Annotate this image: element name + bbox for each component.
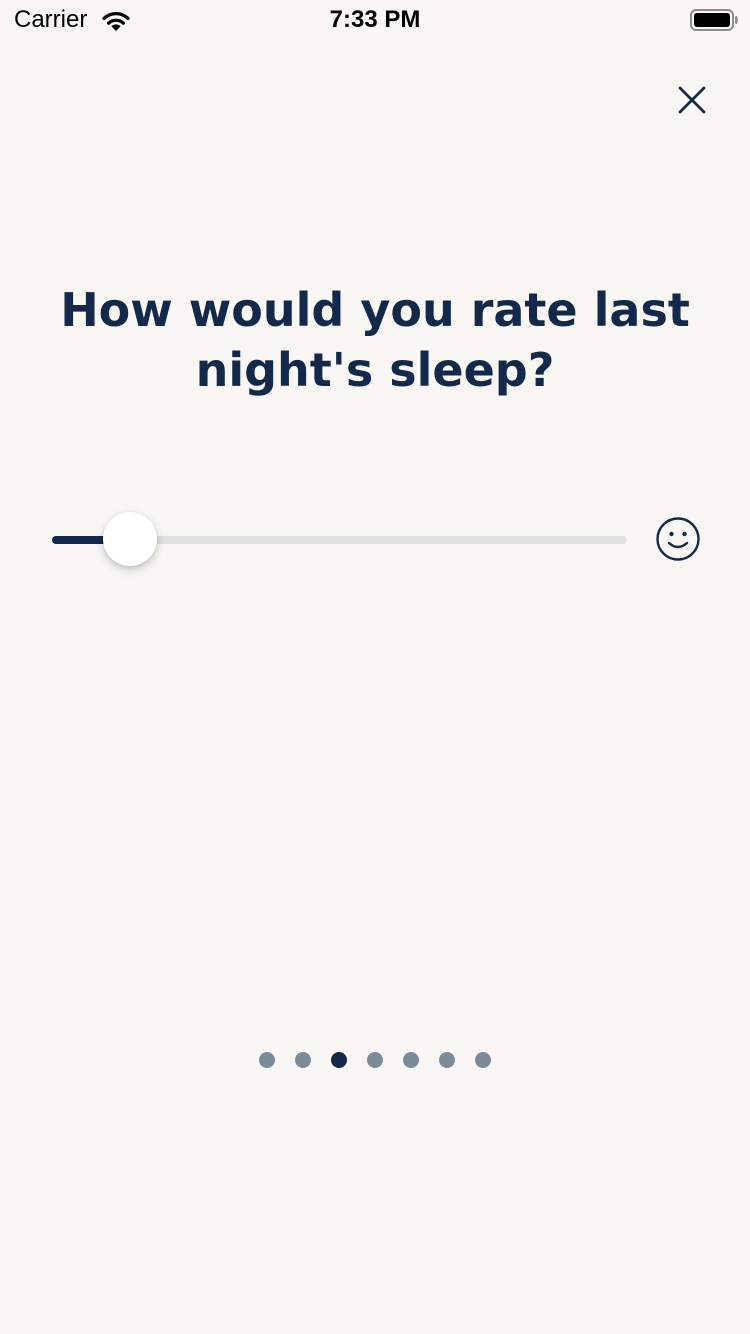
question-title: How would you rate last night's sleep? (60, 283, 690, 397)
close-icon (678, 86, 706, 114)
battery-icon (690, 9, 738, 31)
status-bar: Carrier 7:33 PM (0, 0, 750, 40)
sleep-rating-slider[interactable] (52, 510, 627, 570)
page-dot-active[interactable] (331, 1052, 347, 1068)
page-dot[interactable] (295, 1052, 311, 1068)
smiley-face-icon (656, 517, 700, 561)
page-dot[interactable] (259, 1052, 275, 1068)
page-indicator (0, 1052, 750, 1068)
clock: 7:33 PM (329, 6, 421, 33)
slider-thumb[interactable] (102, 512, 157, 566)
page-dot[interactable] (439, 1052, 455, 1068)
close-button[interactable] (668, 76, 716, 124)
page-dot[interactable] (403, 1052, 419, 1068)
page-dot[interactable] (475, 1052, 491, 1068)
page-dot[interactable] (367, 1052, 383, 1068)
